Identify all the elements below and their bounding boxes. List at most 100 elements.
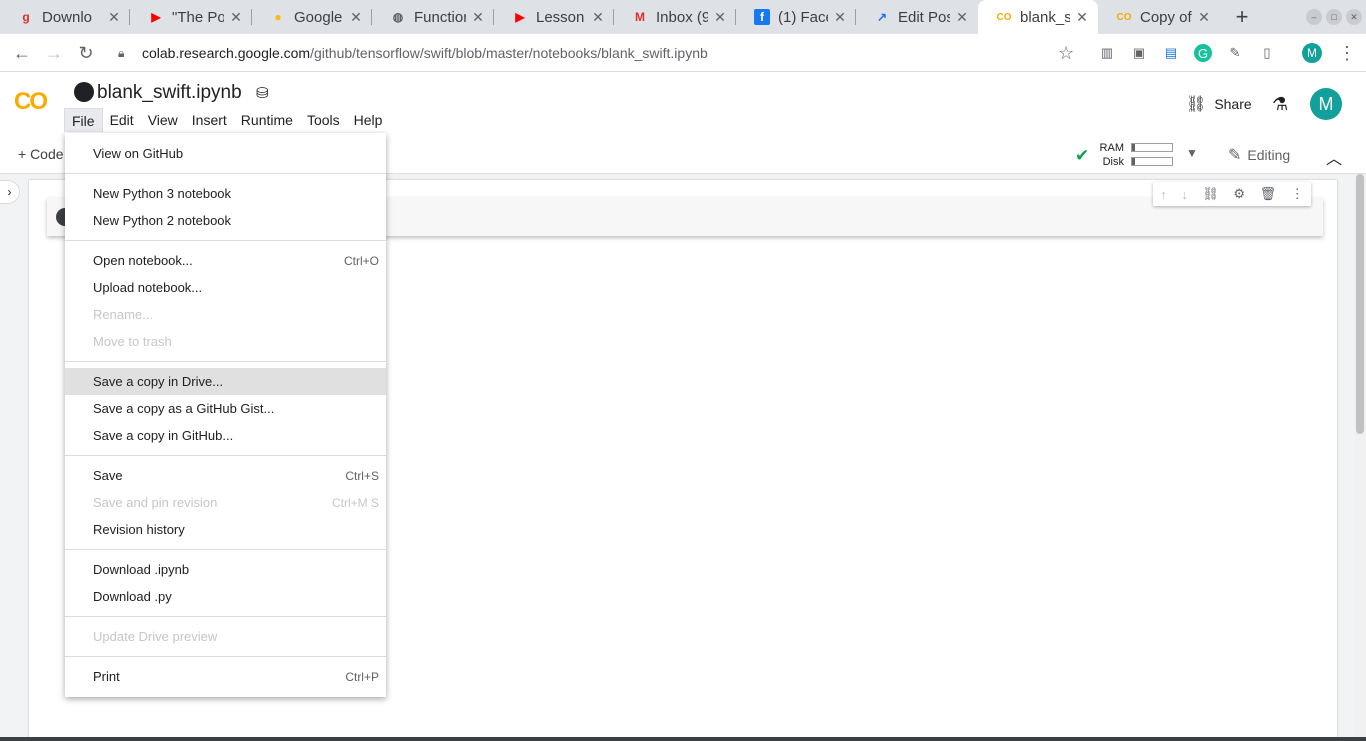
menu-help[interactable]: Help <box>347 108 390 132</box>
close-icon[interactable]: ✕ <box>1074 9 1090 25</box>
eyedropper-icon[interactable]: ✎ <box>1226 44 1244 62</box>
scrollbar[interactable] <box>1354 174 1366 741</box>
menu-item-upload-notebook[interactable]: Upload notebook... <box>65 274 386 301</box>
disk-label: Disk <box>1102 156 1124 168</box>
youtube-icon: ▶ <box>151 10 161 24</box>
reload-icon[interactable]: ↻ <box>76 43 96 63</box>
share-button[interactable]: ⛓ Share <box>1186 94 1252 114</box>
browser-tab-strip: g Downlo ✕ ▶ "The Po ✕ ● Google K ✕ ◍ Fu… <box>0 0 1366 34</box>
arrow-down-icon[interactable]: ↓ <box>1181 187 1188 202</box>
trash-icon[interactable]: 🗑︎ <box>1260 186 1277 202</box>
colab-logo[interactable]: CO <box>14 88 48 116</box>
menu-item-print[interactable]: Print Ctrl+P <box>65 663 386 690</box>
browser-tab-active[interactable]: CO blank_sw ✕ <box>978 0 1098 34</box>
menu-tools[interactable]: Tools <box>300 108 347 132</box>
colab-header: CO blank_swift.ipynb ⛁ File Edit View In… <box>0 72 1366 136</box>
notebook-title[interactable]: blank_swift.ipynb <box>97 82 242 104</box>
close-icon[interactable]: ✕ <box>470 9 486 25</box>
menu-runtime[interactable]: Runtime <box>234 108 300 132</box>
close-icon[interactable]: ✕ <box>832 9 848 25</box>
browser-tab[interactable]: ◍ Functior ✕ <box>372 0 494 34</box>
close-icon[interactable]: ✕ <box>590 9 606 25</box>
menu-item-revision-history[interactable]: Revision history <box>65 516 386 543</box>
menu-item-open-notebook[interactable]: Open notebook... Ctrl+O <box>65 247 386 274</box>
chevron-down-icon[interactable]: ▼ <box>1186 146 1198 160</box>
menu-item-update-drive-preview: Update Drive preview <box>93 629 218 644</box>
tab-title: Google K <box>294 8 344 26</box>
browser-tab[interactable]: ● Google K ✕ <box>252 0 372 34</box>
menu-view[interactable]: View <box>141 108 185 132</box>
close-icon[interactable]: ✕ <box>954 9 970 25</box>
menu-item-save[interactable]: Save Ctrl+S <box>65 462 386 489</box>
link-icon[interactable]: ⛓ <box>1202 186 1219 202</box>
extension-icon[interactable]: ▥ <box>1098 44 1116 62</box>
maximize-icon[interactable]: □ <box>1326 9 1342 25</box>
close-window-icon[interactable]: ✕ <box>1346 9 1362 25</box>
tab-title: Functior <box>414 8 466 26</box>
chevron-up-icon[interactable]: ︿ <box>1326 145 1342 169</box>
resource-labels[interactable]: RAM Disk <box>1096 141 1124 169</box>
trend-icon: ↗ <box>876 10 888 24</box>
arrow-up-icon[interactable]: ↑ <box>1160 187 1167 202</box>
menu-item-save-copy-drive[interactable]: Save a copy in Drive... <box>65 368 386 395</box>
browser-tab[interactable]: CO Copy of ✕ <box>1098 0 1220 34</box>
profile-icon[interactable]: M <box>1302 43 1322 63</box>
close-icon[interactable]: ✕ <box>1196 9 1212 25</box>
browser-tab[interactable]: M Inbox (9 ✕ <box>614 0 736 34</box>
browser-tab[interactable]: ▶ Lesson 1 ✕ <box>494 0 614 34</box>
browser-tab[interactable]: f (1) Faceb ✕ <box>736 0 856 34</box>
menu-item-new-python2[interactable]: New Python 2 notebook <box>65 207 386 234</box>
close-icon[interactable]: ✕ <box>106 9 122 25</box>
back-arrow-icon[interactable]: ← <box>12 43 32 63</box>
tab-title: "The Po <box>172 8 224 26</box>
extension-icon[interactable]: ▤ <box>1162 44 1180 62</box>
browser-tab[interactable]: ↗ Edit Posi ✕ <box>856 0 978 34</box>
close-icon[interactable]: ✕ <box>712 9 728 25</box>
close-icon[interactable]: ✕ <box>348 9 364 25</box>
grammarly-icon[interactable]: G <box>1194 44 1212 62</box>
cell-toolbar: ↑ ↓ ⛓ ⚙ 🗑︎ ⋮ <box>1153 182 1311 206</box>
menu-insert[interactable]: Insert <box>185 108 234 132</box>
menu-item-save-copy-github[interactable]: Save a copy in GitHub... <box>65 422 386 449</box>
gmail-icon: M <box>635 10 645 24</box>
menu-item-new-python3[interactable]: New Python 3 notebook <box>65 180 386 207</box>
browser-toolbar: ← → ↻ 🔒︎ colab.research.google.com/githu… <box>0 34 1366 72</box>
reader-icon[interactable]: ▯ <box>1258 44 1276 62</box>
link-icon: ⛓ <box>1186 96 1207 113</box>
menu-file[interactable]: File <box>64 108 103 132</box>
add-code-button[interactable]: + Code <box>18 146 64 162</box>
close-icon[interactable]: ✕ <box>228 9 244 25</box>
menu-edit[interactable]: Edit <box>103 108 141 132</box>
bookmark-star-icon[interactable]: ☆ <box>1058 43 1074 64</box>
disk-bar <box>1131 157 1173 166</box>
check-icon: ✔ <box>1075 146 1090 165</box>
menu-item-rename: Rename... <box>93 307 153 322</box>
url-host: colab.research.google.com <box>142 45 311 61</box>
cannot-save-icon[interactable]: ⛁ <box>256 84 272 102</box>
menu-item-save-copy-gist[interactable]: Save a copy as a GitHub Gist... <box>65 395 386 422</box>
editing-label: Editing <box>1247 147 1291 163</box>
new-tab-button[interactable]: + <box>1230 0 1254 34</box>
gear-icon[interactable]: ⚙ <box>1233 186 1245 202</box>
menu-item-move-to-trash: Move to trash <box>93 334 172 349</box>
menu-item-save-and-pin: Save and pin revision Ctrl+M S <box>93 495 379 510</box>
ram-bar <box>1131 143 1173 152</box>
tab-title: Inbox (9 <box>656 8 708 26</box>
more-vert-icon[interactable]: ⋮ <box>1291 186 1304 202</box>
avatar[interactable]: M <box>1310 88 1342 120</box>
minimize-icon[interactable]: – <box>1306 9 1322 25</box>
tab-title: Downlo <box>42 8 93 26</box>
menu-item-download-py[interactable]: Download .py <box>65 583 386 610</box>
menu-item-view-on-github[interactable]: View on GitHub <box>65 140 386 167</box>
github-icon <box>74 82 94 102</box>
browser-tab[interactable]: ▶ "The Po ✕ <box>130 0 252 34</box>
menu-bar: File Edit View Insert Runtime Tools Help <box>64 108 389 132</box>
editing-mode-button[interactable]: ✎ Editing <box>1228 145 1290 165</box>
browser-menu-icon[interactable]: ⋮ <box>1338 43 1356 64</box>
menu-item-download-ipynb[interactable]: Download .ipynb <box>65 556 386 583</box>
flask-icon[interactable]: ⚗ <box>1272 94 1288 115</box>
extension-icon[interactable]: ▣ <box>1130 44 1148 62</box>
address-bar[interactable]: 🔒︎ colab.research.google.com/github/tens… <box>108 38 1088 68</box>
forward-arrow-icon[interactable]: → <box>44 43 64 63</box>
browser-tab[interactable]: g Downlo ✕ <box>0 0 130 34</box>
